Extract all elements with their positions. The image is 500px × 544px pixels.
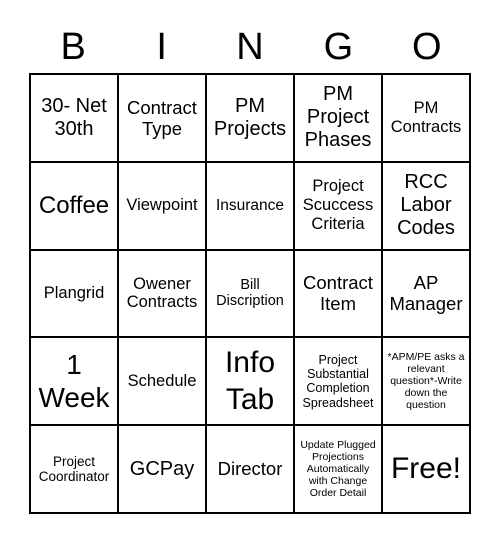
bingo-cell[interactable]: Info Tab [206, 337, 294, 426]
bingo-cell[interactable]: PM Project Phases [294, 74, 382, 162]
bingo-cell[interactable]: Contract Item [294, 249, 382, 338]
bingo-cell[interactable]: Coffee [30, 161, 118, 250]
bingo-cell[interactable]: 1 Week [30, 337, 118, 426]
bingo-cell[interactable]: 30- Net 30th [30, 74, 118, 162]
bingo-cell[interactable]: Insurance [206, 161, 294, 250]
free-space-cell[interactable]: Free! [382, 425, 470, 513]
header-letter: G [323, 26, 354, 68]
bingo-cell[interactable]: Project Coordinator [30, 425, 118, 513]
bingo-cell[interactable]: PM Projects [206, 74, 294, 162]
bingo-cell[interactable]: RCC Labor Codes [382, 161, 470, 250]
bingo-cell[interactable]: Project Substantial Completion Spreadshe… [294, 337, 382, 426]
header-letter: I [156, 26, 167, 68]
bingo-cell[interactable]: *APM/PE asks a relevant question*-Write … [382, 337, 470, 426]
header-letter: B [60, 26, 86, 68]
bingo-cell[interactable]: Viewpoint [118, 161, 206, 250]
bingo-header: B I N G O [29, 22, 471, 72]
bingo-cell[interactable]: GCPay [118, 425, 206, 513]
bingo-cell[interactable]: Contract Type [118, 74, 206, 162]
header-letter: O [412, 26, 442, 68]
bingo-grid: 30- Net 30th Contract Type PM Projects P… [29, 73, 471, 514]
bingo-cell[interactable]: Director [206, 425, 294, 513]
bingo-cell[interactable]: PM Contracts [382, 74, 470, 162]
bingo-cell[interactable]: Schedule [118, 337, 206, 426]
bingo-cell[interactable]: Plangrid [30, 249, 118, 338]
header-letter: N [236, 26, 264, 68]
bingo-cell[interactable]: Owener Contracts [118, 249, 206, 338]
bingo-cell[interactable]: Bill Discription [206, 249, 294, 338]
bingo-cell[interactable]: Project Scuccess Criteria [294, 161, 382, 250]
bingo-cell[interactable]: AP Manager [382, 249, 470, 338]
bingo-cell[interactable]: Update Plugged Projections Automatically… [294, 425, 382, 513]
